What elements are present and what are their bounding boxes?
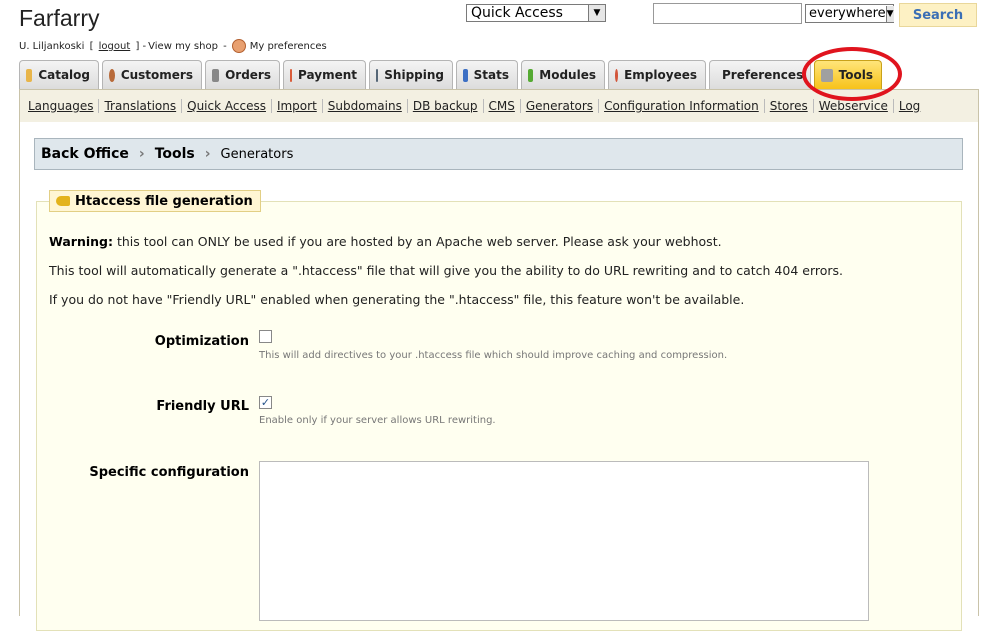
truck-icon [376, 68, 379, 82]
subnav-stores[interactable]: Stores [765, 99, 814, 113]
chevron-down-icon[interactable]: ▼ [588, 5, 605, 21]
breadcrumb-root[interactable]: Back Office [41, 146, 129, 162]
friendly-url-label: Friendly URL [156, 399, 249, 414]
highlight-circle [802, 47, 902, 101]
chevron-down-icon[interactable]: ▼ [885, 5, 894, 22]
subnav-cms[interactable]: CMS [484, 99, 521, 113]
optimization-checkbox[interactable] [259, 330, 272, 343]
tab-catalog[interactable]: Catalog [19, 60, 99, 89]
payment-icon [290, 68, 293, 82]
key-icon [56, 196, 70, 206]
tab-shipping[interactable]: Shipping [369, 60, 453, 89]
quick-access-value: Quick Access [471, 5, 563, 21]
cart-icon [212, 68, 220, 82]
tab-orders[interactable]: Orders [205, 60, 280, 89]
stats-icon [463, 68, 468, 82]
main-tabs: Catalog Customers Orders Payment Shippin… [19, 60, 882, 90]
optimization-label: Optimization [154, 334, 249, 349]
tab-stats[interactable]: Stats [456, 60, 518, 89]
subnav-import[interactable]: Import [272, 99, 323, 113]
tab-customers[interactable]: Customers [102, 60, 202, 89]
subnav-log[interactable]: Log [894, 99, 925, 113]
friendly-url-help: Enable only if your server allows URL re… [259, 415, 496, 426]
search-button[interactable]: Search [899, 3, 977, 27]
subnav-languages[interactable]: Languages [23, 99, 100, 113]
customer-icon [109, 68, 115, 82]
folder-icon [26, 68, 33, 82]
logout-link[interactable]: logout [99, 41, 131, 52]
specific-configuration-label: Specific configuration [89, 465, 249, 480]
my-preferences-link[interactable]: My preferences [250, 41, 327, 52]
friendly-url-notice: If you do not have "Friendly URL" enable… [49, 292, 745, 307]
view-shop-link[interactable]: View my shop [148, 41, 218, 52]
search-scope-value: everywhere [809, 6, 886, 21]
user-name: U. Liljankoski [19, 40, 85, 52]
search-input[interactable] [653, 3, 802, 24]
chevron-right-icon: › [204, 146, 211, 162]
subnav-db-backup[interactable]: DB backup [408, 99, 484, 113]
optimization-help: This will add directives to your .htacce… [259, 350, 728, 361]
breadcrumb-current: Generators [220, 146, 294, 162]
subnav-webservice[interactable]: Webservice [814, 99, 894, 113]
user-line: U. Liljankoski [ logout ] - View my shop… [19, 39, 327, 53]
warning-text: Warning: this tool can ONLY be used if y… [49, 234, 722, 249]
quick-access-select[interactable]: Quick Access ▼ [466, 4, 606, 22]
shop-name: Farfarry [19, 5, 100, 31]
subnav-configuration-information[interactable]: Configuration Information [599, 99, 765, 113]
tab-modules[interactable]: Modules [521, 60, 605, 89]
subnav-translations[interactable]: Translations [99, 99, 183, 113]
tab-employees[interactable]: Employees [608, 60, 706, 89]
employee-icon [615, 68, 619, 82]
specific-configuration-textarea[interactable] [259, 461, 869, 621]
user-icon [231, 39, 246, 53]
chevron-right-icon: › [138, 146, 145, 162]
tab-preferences[interactable]: Preferences [709, 60, 811, 89]
subnav-subdomains[interactable]: Subdomains [323, 99, 408, 113]
panel-title: Htaccess file generation [49, 190, 261, 212]
puzzle-icon [528, 68, 534, 82]
description-text: This tool will automatically generate a … [49, 263, 843, 278]
search-scope-select[interactable]: everywhere ▼ [805, 4, 894, 23]
subnav-generators[interactable]: Generators [521, 99, 600, 113]
breadcrumb-section[interactable]: Tools [155, 146, 195, 162]
friendly-url-checkbox[interactable]: ✓ [259, 396, 272, 409]
subnav-quick-access[interactable]: Quick Access [182, 99, 272, 113]
breadcrumb: Back Office › Tools › Generators [34, 138, 963, 170]
tab-payment[interactable]: Payment [283, 60, 366, 89]
